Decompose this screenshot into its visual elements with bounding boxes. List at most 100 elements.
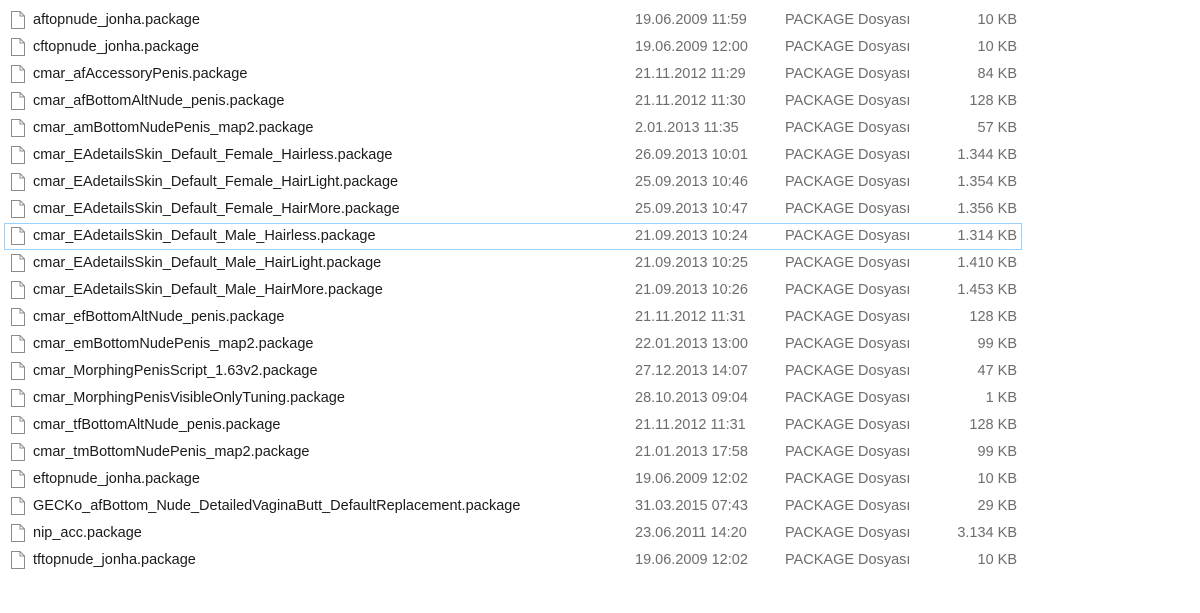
file-type: PACKAGE Dosyası [785, 498, 911, 514]
file-type: PACKAGE Dosyası [785, 336, 911, 352]
file-name: cftopnude_jonha.package [33, 39, 200, 55]
file-date-modified: 19.06.2009 12:02 [635, 552, 748, 568]
file-size: 99 KB [977, 336, 1018, 352]
file-type: PACKAGE Dosyası [785, 363, 911, 379]
file-icon [11, 497, 25, 515]
file-name: cmar_tfBottomAltNude_penis.package [33, 417, 281, 433]
file-name: aftopnude_jonha.package [33, 12, 200, 28]
file-icon [11, 551, 25, 569]
file-row[interactable]: cmar_afAccessoryPenis.package 21.11.2012… [4, 61, 1022, 88]
file-size: 29 KB [977, 498, 1018, 514]
file-date-modified: 25.09.2013 10:46 [635, 174, 748, 190]
file-type: PACKAGE Dosyası [785, 525, 911, 541]
file-name: cmar_tmBottomNudePenis_map2.package [33, 444, 310, 460]
file-name: cmar_emBottomNudePenis_map2.package [33, 336, 314, 352]
file-name: cmar_EAdetailsSkin_Default_Male_HairLigh… [33, 255, 382, 271]
file-row[interactable]: cmar_EAdetailsSkin_Default_Male_HairLigh… [4, 250, 1022, 277]
file-date-modified: 22.01.2013 13:00 [635, 336, 748, 352]
file-size: 57 KB [977, 120, 1018, 136]
file-size: 1.344 KB [957, 147, 1017, 163]
file-row[interactable]: cmar_afBottomAltNude_penis.package 21.11… [4, 88, 1022, 115]
file-icon [11, 524, 25, 542]
file-row[interactable]: cmar_EAdetailsSkin_Default_Female_Hairle… [4, 142, 1022, 169]
file-name: cmar_EAdetailsSkin_Default_Female_HairLi… [33, 174, 399, 190]
file-row[interactable]: cmar_EAdetailsSkin_Default_Male_Hairless… [4, 223, 1022, 250]
file-date-modified: 28.10.2013 09:04 [635, 390, 748, 406]
file-name: tftopnude_jonha.package [33, 552, 196, 568]
file-row[interactable]: cmar_amBottomNudePenis_map2.package 2.01… [4, 115, 1022, 142]
file-size: 128 KB [969, 309, 1017, 325]
file-row[interactable]: aftopnude_jonha.package 19.06.2009 11:59… [4, 7, 1022, 34]
file-date-modified: 21.09.2013 10:26 [635, 282, 748, 298]
file-name: cmar_efBottomAltNude_penis.package [33, 309, 285, 325]
file-name: cmar_afAccessoryPenis.package [33, 66, 248, 82]
file-size: 1.356 KB [957, 201, 1017, 217]
file-list: aftopnude_jonha.package 19.06.2009 11:59… [4, 7, 1022, 574]
file-date-modified: 23.06.2011 14:20 [635, 525, 747, 541]
file-name: cmar_EAdetailsSkin_Default_Female_HairMo… [33, 201, 400, 217]
file-date-modified: 19.06.2009 12:02 [635, 471, 748, 487]
file-row[interactable]: cmar_tfBottomAltNude_penis.package 21.11… [4, 412, 1022, 439]
file-row[interactable]: cmar_efBottomAltNude_penis.package 21.11… [4, 304, 1022, 331]
file-date-modified: 21.01.2013 17:58 [635, 444, 748, 460]
file-name: cmar_EAdetailsSkin_Default_Male_HairMore… [33, 282, 383, 298]
file-type: PACKAGE Dosyası [785, 444, 911, 460]
file-type: PACKAGE Dosyası [785, 147, 911, 163]
file-size: 1.314 KB [957, 228, 1017, 244]
file-row[interactable]: cmar_EAdetailsSkin_Default_Male_HairMore… [4, 277, 1022, 304]
file-icon [11, 11, 25, 29]
file-date-modified: 26.09.2013 10:01 [635, 147, 748, 163]
file-row[interactable]: cmar_MorphingPenisScript_1.63v2.package … [4, 358, 1022, 385]
file-row[interactable]: cmar_EAdetailsSkin_Default_Female_HairLi… [4, 169, 1022, 196]
file-icon [11, 65, 25, 83]
file-date-modified: 21.11.2012 11:29 [635, 66, 746, 82]
file-icon [11, 362, 25, 380]
file-size: 1.354 KB [957, 174, 1017, 190]
file-date-modified: 19.06.2009 12:00 [635, 39, 748, 55]
file-type: PACKAGE Dosyası [785, 309, 911, 325]
file-row[interactable]: nip_acc.package 23.06.2011 14:20 PACKAGE… [4, 520, 1022, 547]
file-size: 99 KB [977, 444, 1018, 460]
file-row[interactable]: cmar_MorphingPenisVisibleOnlyTuning.pack… [4, 385, 1022, 412]
file-size: 47 KB [977, 363, 1018, 379]
file-icon [11, 389, 25, 407]
file-icon [11, 227, 25, 245]
file-size: 10 KB [977, 471, 1018, 487]
file-name: eftopnude_jonha.package [33, 471, 200, 487]
file-type: PACKAGE Dosyası [785, 552, 911, 568]
file-date-modified: 21.11.2012 11:31 [635, 309, 746, 325]
file-size: 10 KB [977, 39, 1018, 55]
file-type: PACKAGE Dosyası [785, 39, 911, 55]
file-icon [11, 146, 25, 164]
file-date-modified: 21.11.2012 11:31 [635, 417, 746, 433]
file-type: PACKAGE Dosyası [785, 255, 911, 271]
file-type: PACKAGE Dosyası [785, 120, 911, 136]
file-type: PACKAGE Dosyası [785, 471, 911, 487]
file-type: PACKAGE Dosyası [785, 282, 911, 298]
file-row[interactable]: cmar_EAdetailsSkin_Default_Female_HairMo… [4, 196, 1022, 223]
file-type: PACKAGE Dosyası [785, 12, 911, 28]
file-size: 128 KB [969, 93, 1017, 109]
file-icon [11, 335, 25, 353]
file-name: cmar_MorphingPenisVisibleOnlyTuning.pack… [33, 390, 345, 406]
file-size: 84 KB [977, 66, 1018, 82]
file-date-modified: 21.09.2013 10:24 [635, 228, 748, 244]
file-date-modified: 25.09.2013 10:47 [635, 201, 748, 217]
file-size: 1.453 KB [957, 282, 1017, 298]
file-row[interactable]: eftopnude_jonha.package 19.06.2009 12:02… [4, 466, 1022, 493]
file-size: 10 KB [977, 552, 1018, 568]
file-row[interactable]: cmar_emBottomNudePenis_map2.package 22.0… [4, 331, 1022, 358]
file-size: 1 KB [985, 390, 1017, 406]
file-name: cmar_EAdetailsSkin_Default_Female_Hairle… [33, 147, 393, 163]
file-date-modified: 21.09.2013 10:25 [635, 255, 748, 271]
file-size: 128 KB [969, 417, 1017, 433]
file-row[interactable]: tftopnude_jonha.package 19.06.2009 12:02… [4, 547, 1022, 574]
file-icon [11, 443, 25, 461]
file-row[interactable]: cmar_tmBottomNudePenis_map2.package 21.0… [4, 439, 1022, 466]
file-size: 10 KB [977, 12, 1018, 28]
file-name: cmar_afBottomAltNude_penis.package [33, 93, 285, 109]
file-row[interactable]: cftopnude_jonha.package 19.06.2009 12:00… [4, 34, 1022, 61]
file-row[interactable]: GECKo_afBottom_Nude_DetailedVaginaButt_D… [4, 493, 1022, 520]
file-name: GECKo_afBottom_Nude_DetailedVaginaButt_D… [33, 498, 521, 514]
file-icon [11, 470, 25, 488]
